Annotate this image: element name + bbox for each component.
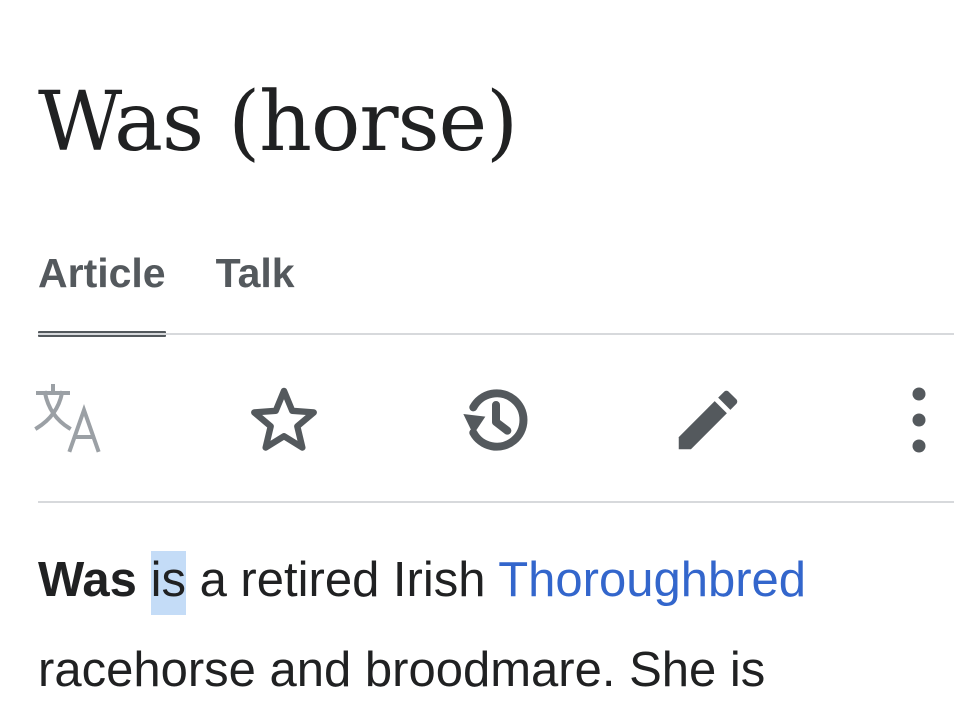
lead-text: a retired Irish: [185, 553, 499, 607]
history-icon: [463, 389, 528, 451]
language-icon: [34, 384, 101, 453]
edit-button[interactable]: [667, 379, 749, 461]
history-button[interactable]: [455, 379, 537, 461]
edit-pencil-icon: [678, 390, 738, 450]
namespace-tabs: Article Talk: [38, 240, 295, 337]
toolbar-divider: [38, 501, 954, 503]
watch-button[interactable]: [243, 379, 325, 461]
article-lead-paragraph: Was is a retired Irish Thoroughbred race…: [38, 535, 968, 702]
watch-star-icon: [251, 387, 317, 451]
language-button[interactable]: [31, 379, 113, 461]
text-selection: is: [150, 551, 186, 615]
more-options-icon: [912, 387, 926, 453]
tab-talk[interactable]: Talk: [216, 240, 295, 335]
lead-line-1: Was is a retired Irish Thoroughbred: [38, 535, 968, 625]
lead-line-2: racehorse and broodmare. She is: [38, 643, 766, 697]
page-actions-toolbar: [0, 335, 974, 503]
more-options-button[interactable]: [878, 379, 960, 461]
page-title: Was (horse): [38, 75, 518, 170]
bold-term: Was: [38, 553, 137, 607]
tab-article[interactable]: Article: [38, 240, 166, 337]
link-thoroughbred[interactable]: Thoroughbred: [498, 553, 806, 607]
article-page: Was (horse) Article Talk Was is a retire…: [0, 0, 974, 702]
